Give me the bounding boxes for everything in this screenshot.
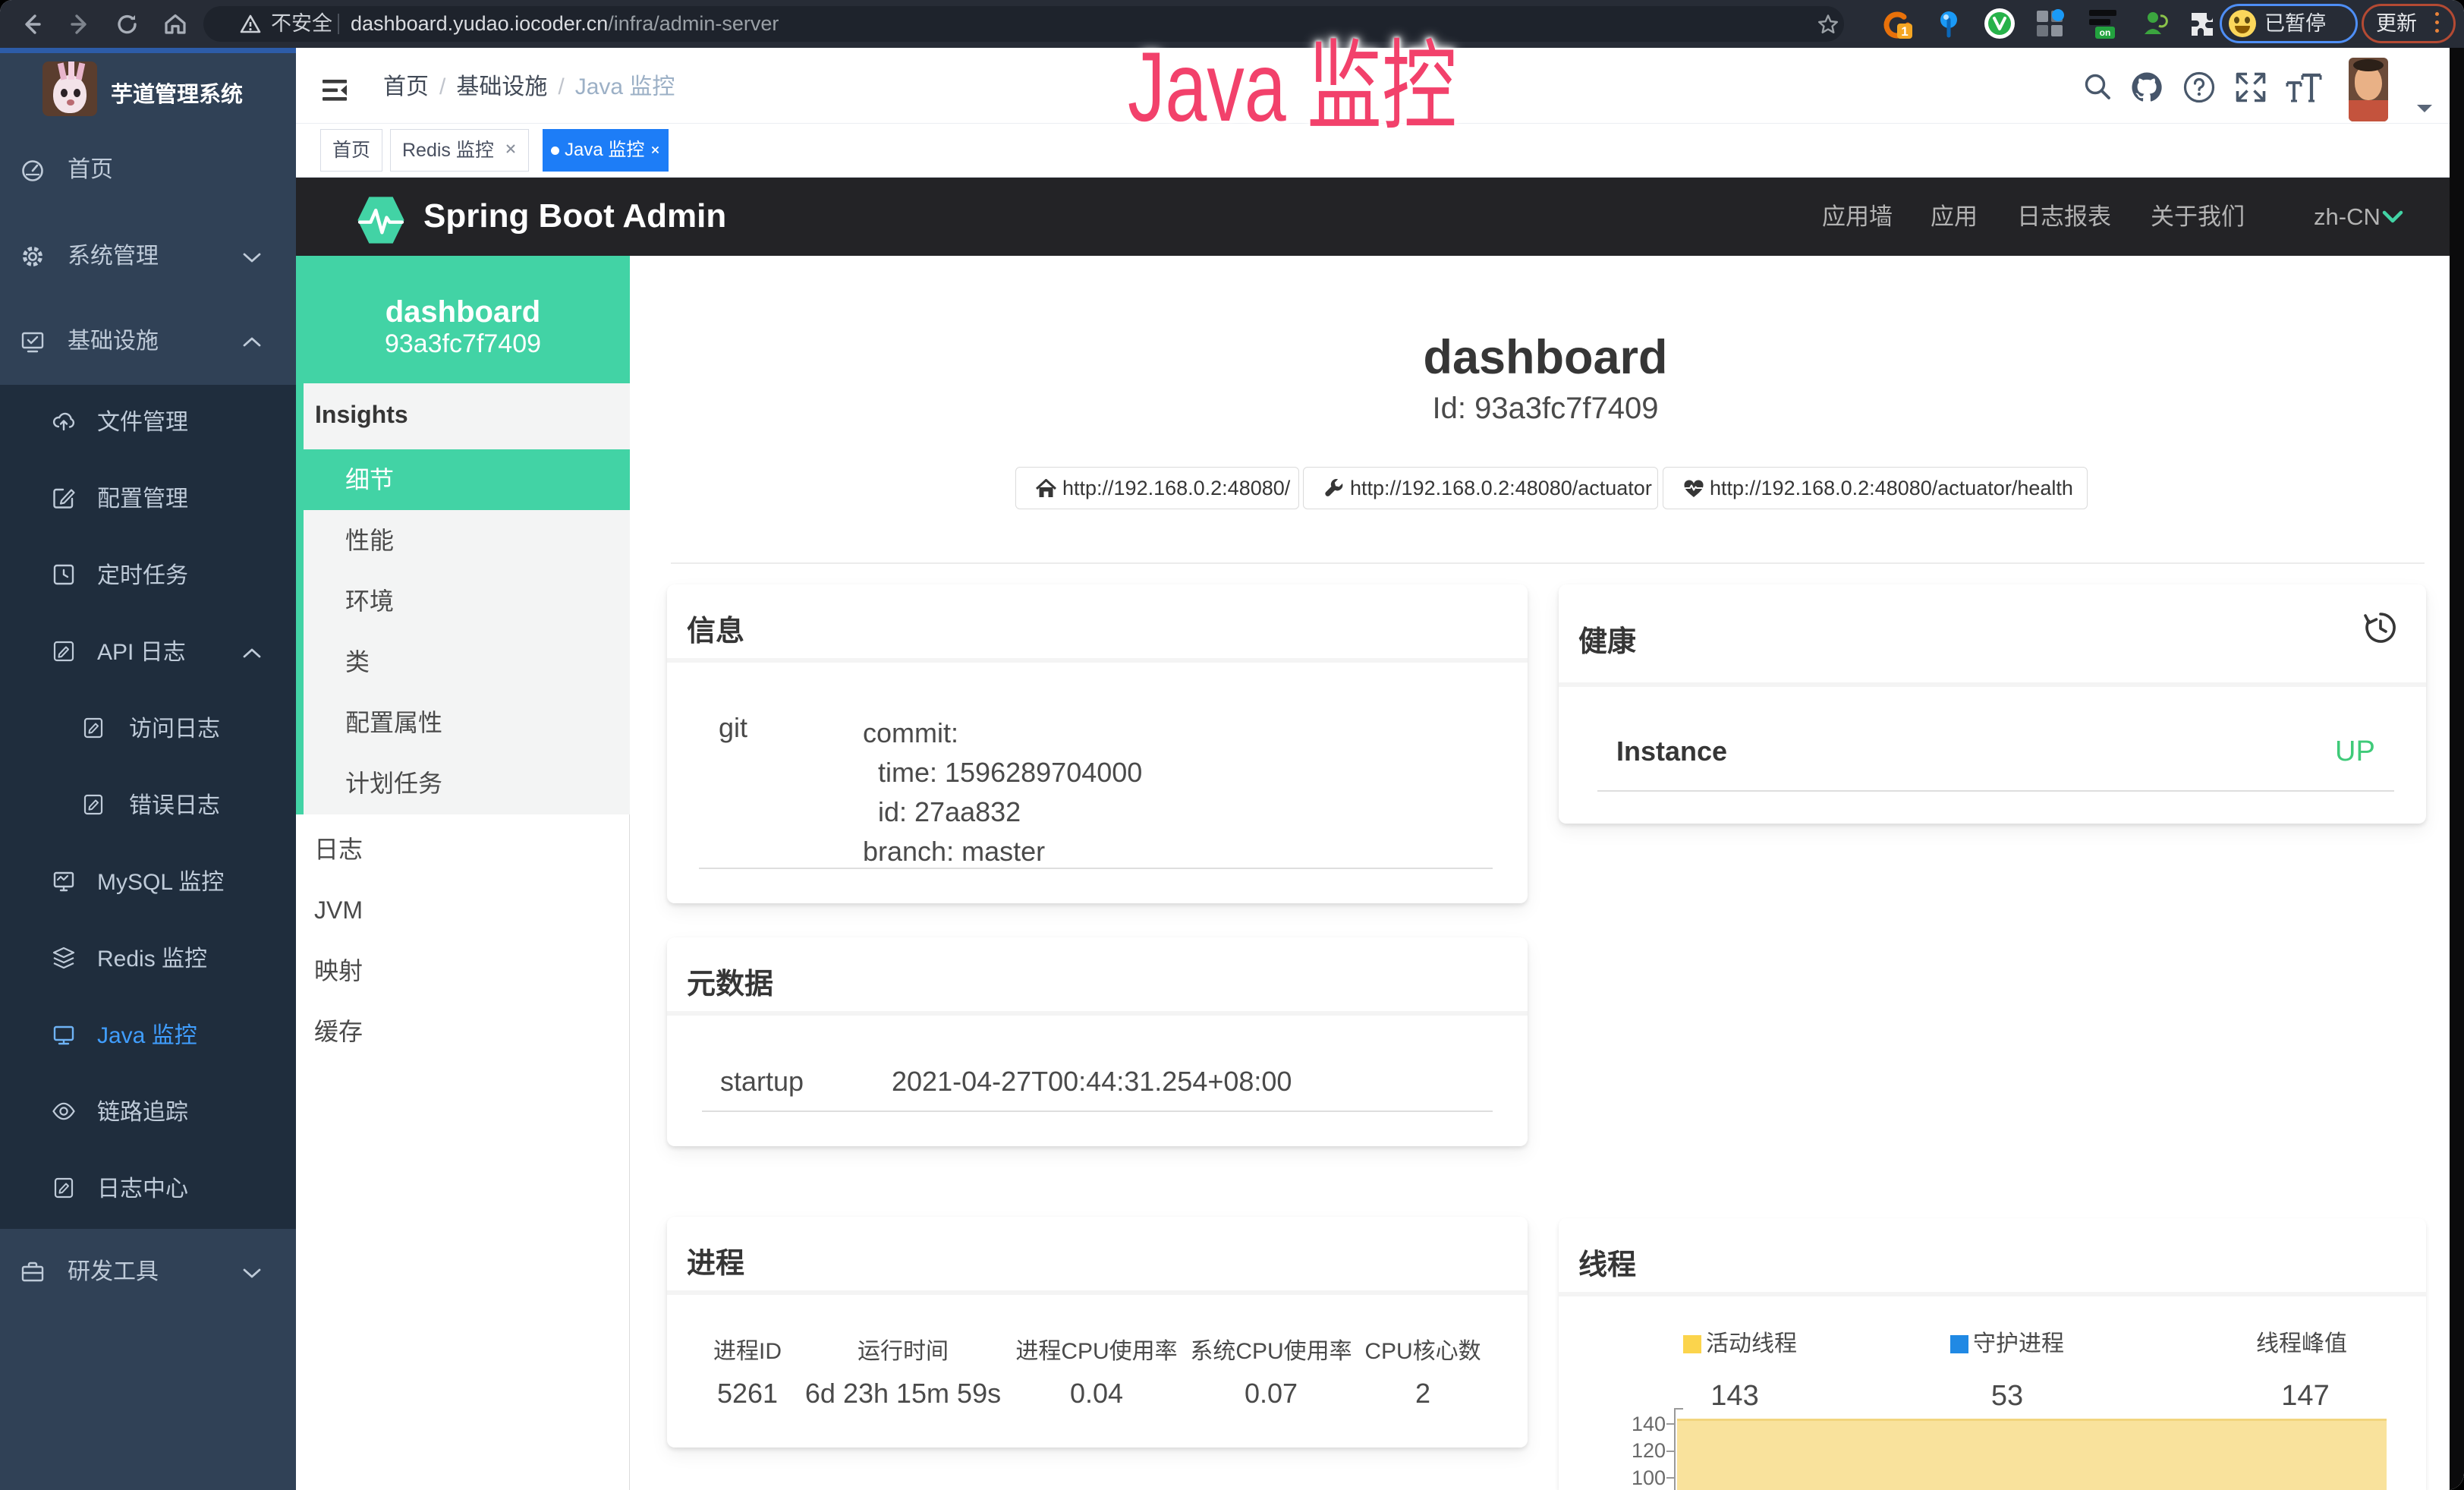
svg-text:1: 1 xyxy=(1901,24,1908,39)
svg-text:on: on xyxy=(2100,27,2111,38)
